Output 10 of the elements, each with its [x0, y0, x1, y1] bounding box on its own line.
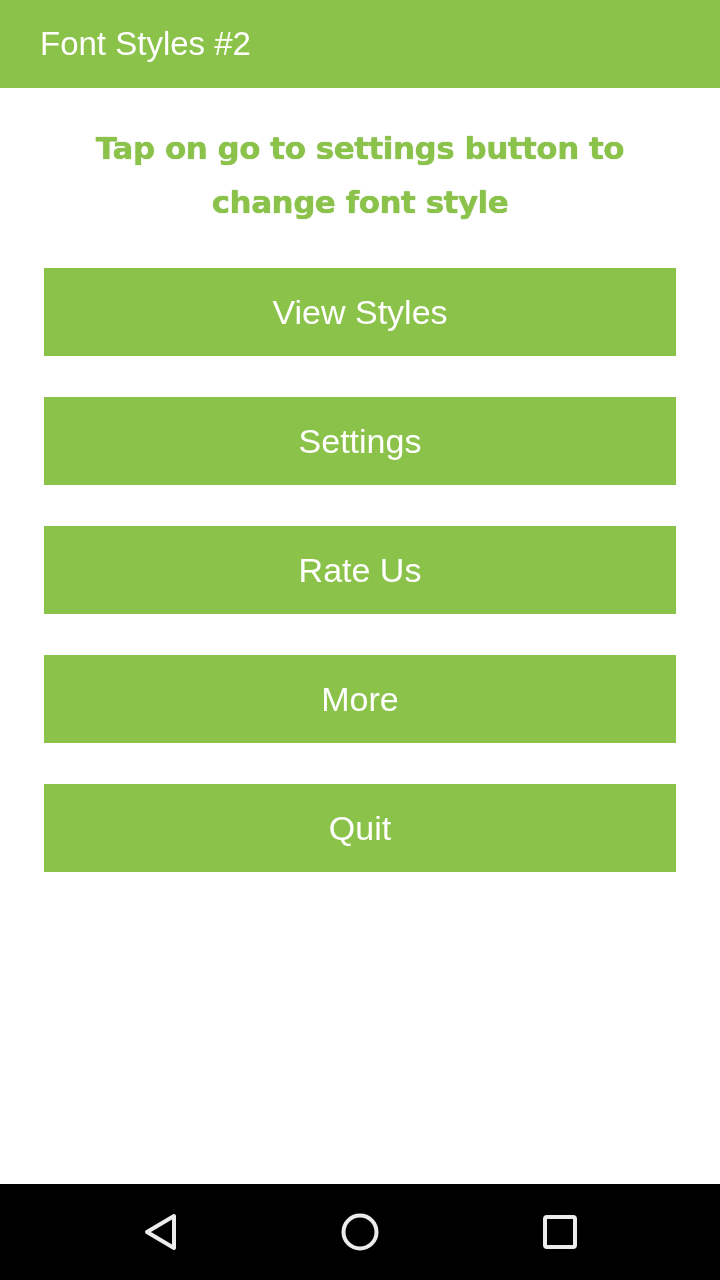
menu-button[interactable]: Settings — [44, 397, 676, 485]
app-title: Font Styles #2 — [40, 25, 251, 63]
recents-icon[interactable] — [543, 1215, 577, 1249]
menu-button[interactable]: Quit — [44, 784, 676, 872]
menu-button[interactable]: More — [44, 655, 676, 743]
instruction-text: Tap on go to settings button to change font style — [94, 129, 626, 222]
home-icon[interactable] — [341, 1213, 379, 1251]
menu-button[interactable]: View Styles — [44, 268, 676, 356]
back-icon[interactable] — [143, 1213, 177, 1251]
menu-button[interactable]: Rate Us — [44, 526, 676, 614]
